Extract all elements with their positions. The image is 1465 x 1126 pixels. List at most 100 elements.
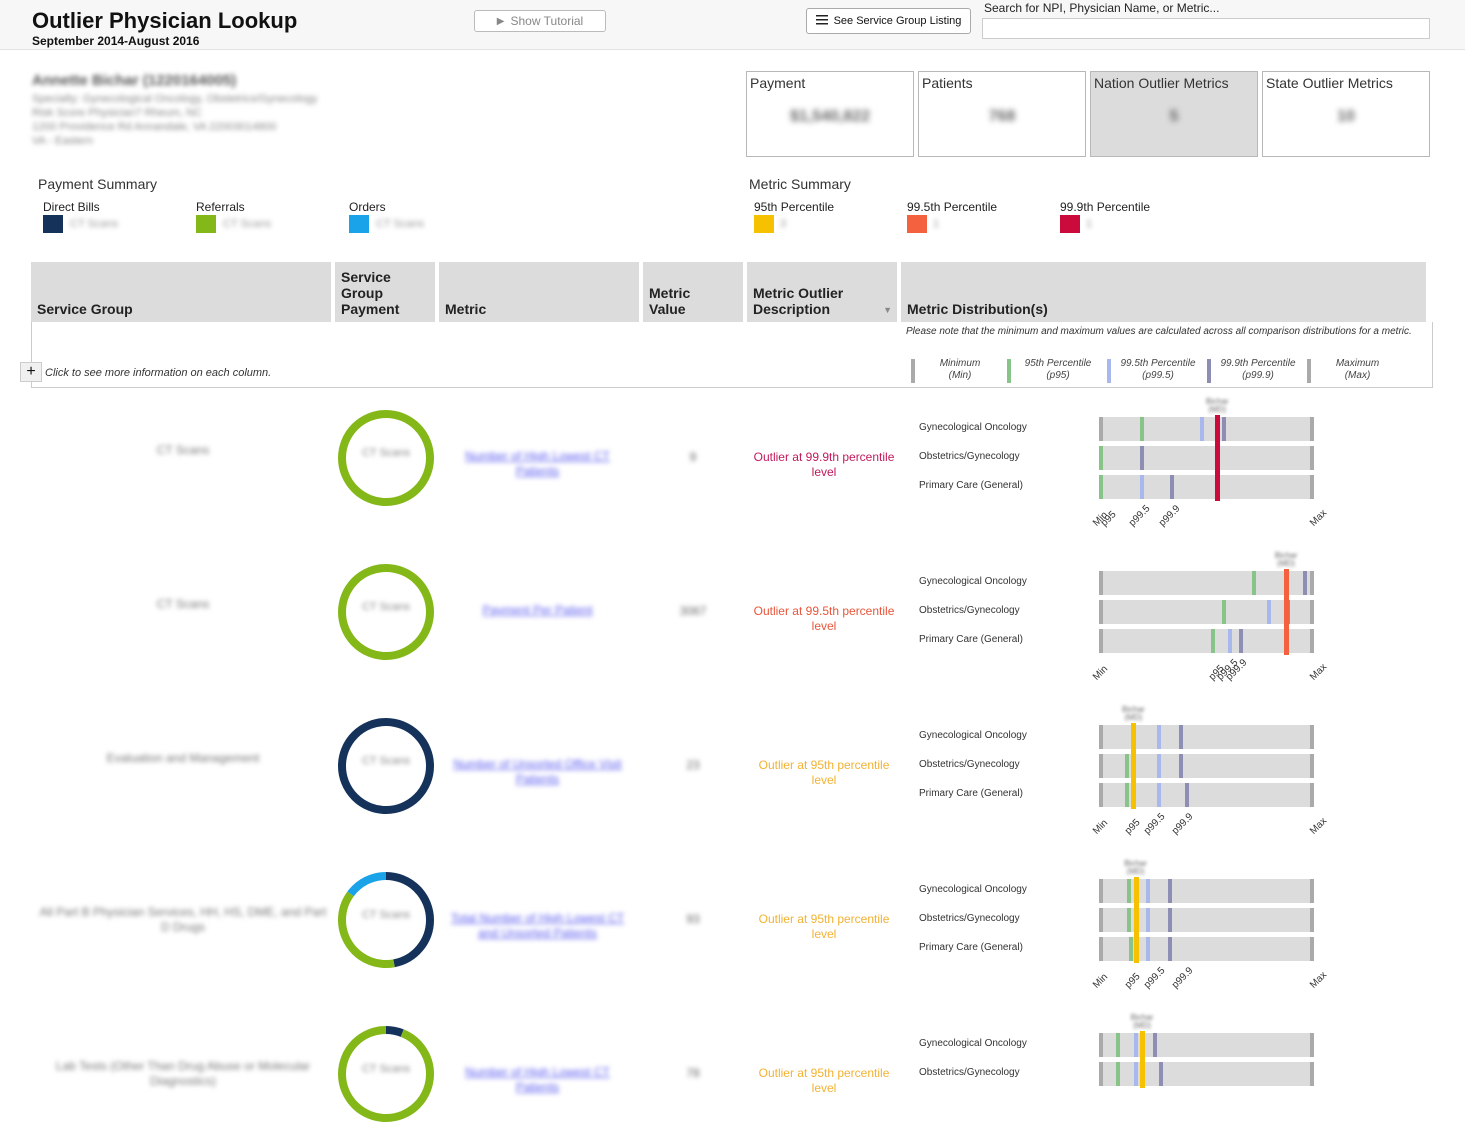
service-group-cell: CT Scans [156, 597, 210, 611]
min-marker [1099, 725, 1103, 749]
min-marker [1099, 600, 1103, 624]
p999-marker [1152, 1033, 1157, 1057]
axis-label-p95: p95 [1122, 971, 1143, 991]
p95-marker [1221, 600, 1226, 624]
legend-p95-swatch [754, 215, 774, 233]
physician-tick-label: Bichar (MD) [1205, 397, 1229, 414]
expand-info-button[interactable]: + [20, 362, 42, 382]
metric-link[interactable]: Total Number of High Lowest CT and Unsor… [445, 911, 630, 941]
distribution-note: Please note that the minimum and maximum… [906, 326, 1412, 337]
axis-label-p95: p95 [1122, 817, 1143, 837]
max-marker [1310, 417, 1314, 441]
outlier-description-cell: Outlier at 95th percentile level [758, 912, 890, 941]
key-max-label: Maximum (Max) [1335, 358, 1380, 381]
sort-icon[interactable]: ▼ [883, 302, 892, 318]
donut-center-label: CT Scans [362, 909, 411, 921]
key-min-marker [911, 359, 915, 383]
kpi-label: State Outlier Metrics [1266, 75, 1393, 91]
min-marker [1099, 908, 1103, 932]
distribution-bar[interactable] [1099, 629, 1314, 653]
distribution-bar[interactable] [1099, 600, 1314, 624]
legend-p999-label: 99.9th Percentile [1060, 200, 1151, 214]
physician-value-marker[interactable] [1215, 415, 1221, 501]
p95-marker [1251, 571, 1256, 595]
physician-value-marker[interactable] [1133, 877, 1139, 963]
kpi-state-outlier-metrics[interactable]: State Outlier Metrics 10 [1262, 71, 1430, 157]
column-header-metric-value[interactable]: Metric Value [643, 262, 743, 322]
p995-marker [1266, 600, 1271, 624]
physician-name: Annette Bichar (1220164005) [32, 72, 237, 89]
metric-link[interactable]: Number of High Lowest CT Patients [445, 449, 630, 479]
axis-label-min: Min [1091, 971, 1111, 991]
payment-donut-chart[interactable]: CT Scans [334, 1022, 438, 1126]
distribution-bar[interactable] [1099, 446, 1314, 470]
physician-value-marker[interactable] [1284, 569, 1290, 655]
search-input[interactable] [982, 18, 1430, 39]
show-tutorial-button[interactable]: ▶ Show Tutorial [474, 10, 606, 32]
axis-label-p995: p99.5 [1142, 965, 1168, 991]
column-header-label: Metric Distribution(s) [907, 301, 1048, 317]
payment-donut-chart[interactable]: CT Scans [334, 714, 438, 818]
column-header-distribution[interactable]: Metric Distribution(s) [901, 262, 1426, 322]
service-group-listing-label: See Service Group Listing [833, 15, 962, 27]
payment-donut-chart[interactable]: CT Scans [334, 868, 438, 972]
p995-marker [1228, 629, 1233, 653]
p95-marker [1099, 446, 1103, 470]
payment-donut-chart[interactable]: CT Scans [334, 560, 438, 664]
distribution-name: Primary Care (General) [919, 634, 1023, 645]
service-group-cell: Evaluation and Management [106, 751, 260, 765]
distribution-bar[interactable] [1099, 879, 1314, 903]
p995-marker [1140, 475, 1144, 499]
physician-value-marker[interactable] [1140, 1031, 1145, 1088]
physician-tick-label: Bichar (MD) [1122, 705, 1145, 722]
payment-donut-chart[interactable]: CT Scans [334, 406, 438, 510]
p999-marker [1140, 446, 1144, 470]
kpi-value: $1,540,822 [789, 108, 871, 125]
distribution-bar[interactable] [1099, 475, 1314, 499]
metric-link[interactable]: Number of Unsorted Office Visit Patients [445, 757, 630, 787]
legend-p995-label: 99.5th Percentile [907, 200, 998, 214]
distribution-bar[interactable] [1099, 571, 1314, 595]
distribution-bar[interactable] [1099, 1033, 1314, 1057]
max-marker [1310, 1033, 1314, 1057]
kpi-value: 768 [988, 108, 1016, 125]
min-marker [1099, 629, 1103, 653]
column-header-outlier-description[interactable]: Metric Outlier Description ▼ [747, 262, 897, 322]
legend-referrals-value: CT Scans [223, 218, 272, 230]
legend-p995-swatch [907, 215, 927, 233]
metric-value-cell: 78 [686, 1066, 700, 1080]
p995-marker [1133, 1033, 1138, 1057]
distribution-name: Primary Care (General) [919, 480, 1023, 491]
physician-value-marker[interactable] [1131, 723, 1137, 809]
column-header-label: Service Group [37, 301, 133, 317]
p995-marker [1157, 754, 1162, 778]
kpi-value: 10 [1337, 108, 1355, 125]
column-header-metric[interactable]: Metric [439, 262, 639, 322]
column-header-service-group[interactable]: Service Group [31, 262, 331, 322]
distribution-bar[interactable] [1099, 1062, 1314, 1086]
distribution-bar[interactable] [1099, 908, 1314, 932]
p995-marker [1146, 908, 1151, 932]
legend-direct-bills-value: CT Scans [70, 218, 119, 230]
kpi-patients[interactable]: Patients 768 [918, 71, 1086, 157]
kpi-payment[interactable]: Payment $1,540,822 [746, 71, 914, 157]
legend-p95-value: 3 [780, 218, 787, 230]
distribution-name: Obstetrics/Gynecology [919, 605, 1020, 616]
p95-marker [1127, 879, 1132, 903]
p95-marker [1116, 1033, 1121, 1057]
distribution-name: Obstetrics/Gynecology [919, 1067, 1020, 1078]
distribution-bar[interactable] [1099, 417, 1314, 441]
max-marker [1310, 754, 1314, 778]
physician-tick-label: Bichar (MD) [1130, 1013, 1154, 1030]
legend-referrals-label: Referrals [196, 200, 245, 214]
metric-link[interactable]: Number of High Lowest CT Patients [445, 1065, 630, 1095]
key-p999-marker [1207, 359, 1211, 383]
metric-link[interactable]: Payment Per Patient [445, 603, 630, 618]
p999-marker [1238, 629, 1243, 653]
axis-label-max: Max [1308, 969, 1330, 991]
service-group-listing-button[interactable]: See Service Group Listing [806, 8, 971, 34]
axis-label-min: Min [1091, 817, 1111, 837]
column-header-payment[interactable]: Service Group Payment [335, 262, 435, 322]
max-marker [1310, 725, 1314, 749]
kpi-nation-outlier-metrics[interactable]: Nation Outlier Metrics 5 [1090, 71, 1258, 157]
